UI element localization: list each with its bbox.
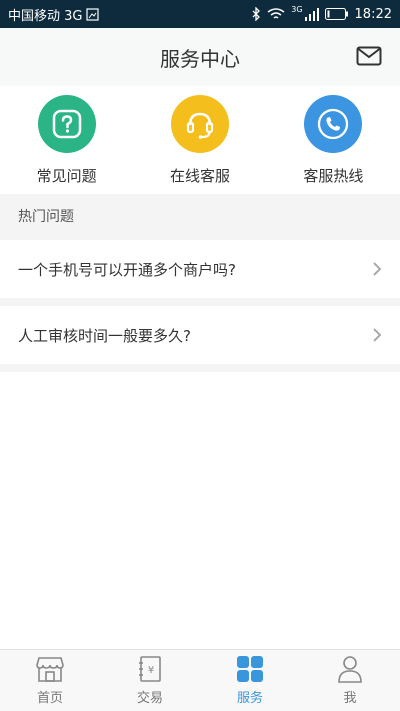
- tab-transaction[interactable]: ¥ 交易: [100, 650, 200, 711]
- signal-icon: [304, 7, 319, 21]
- divider: [0, 364, 400, 372]
- phone-icon: [318, 108, 349, 140]
- service-grid-icon: [237, 656, 263, 682]
- tab-me[interactable]: 我: [300, 650, 400, 711]
- mail-icon[interactable]: [356, 45, 382, 67]
- status-time: 18:22: [354, 6, 392, 22]
- tab-home[interactable]: 首页: [0, 650, 100, 711]
- page-header: 服务中心: [0, 28, 400, 86]
- quick-action-online-service[interactable]: 在线客服: [133, 86, 266, 194]
- faq-item-text: 一个手机号可以开通多个商户吗?: [18, 260, 236, 279]
- page-title: 服务中心: [160, 46, 240, 71]
- tab-service-label: 服务: [236, 691, 263, 706]
- home-store-icon: [36, 657, 64, 682]
- user-icon: [338, 656, 362, 683]
- online-service-circle: [170, 95, 229, 153]
- status-bar: 中国移动 3G 3G 18:22: [0, 0, 400, 28]
- online-service-label: 在线客服: [169, 167, 230, 185]
- tab-transaction-label: 交易: [136, 691, 163, 706]
- wifi-icon: [267, 7, 285, 19]
- battery-icon: [324, 8, 348, 20]
- svg-text:¥: ¥: [148, 665, 154, 676]
- transaction-icon: ¥: [139, 656, 161, 682]
- network-badge: 3G: [291, 4, 303, 14]
- faq-label: 常见问题: [36, 167, 97, 185]
- faq-item-text: 人工审核时间一般要多久?: [18, 326, 191, 345]
- headset-icon: [186, 112, 214, 139]
- image-icon: [86, 7, 100, 21]
- tab-me-label: 我: [343, 691, 357, 706]
- quick-action-faq[interactable]: 常见问题: [0, 86, 133, 194]
- tab-home-label: 首页: [36, 691, 63, 706]
- question-icon: [52, 109, 81, 139]
- hotline-circle: [304, 95, 363, 153]
- faq-item[interactable]: 人工审核时间一般要多久?: [0, 306, 400, 364]
- bluetooth-icon: [252, 7, 261, 21]
- bottom-tab-bar: 首页 ¥ 交易 服务 我: [0, 649, 400, 711]
- divider: [0, 298, 400, 306]
- faq-item[interactable]: 一个手机号可以开通多个商户吗?: [0, 240, 400, 298]
- faq-circle: [37, 95, 96, 153]
- carrier-group: 中国移动 3G: [8, 5, 100, 24]
- quick-actions: 常见问题 在线客服 客服热线: [0, 86, 400, 194]
- tab-service[interactable]: 服务: [200, 650, 300, 711]
- carrier-text: 中国移动 3G: [8, 8, 83, 24]
- quick-action-hotline[interactable]: 客服热线: [267, 86, 400, 194]
- status-right: 3G 18:22: [251, 4, 392, 22]
- chevron-right-icon: [373, 328, 382, 342]
- hotline-label: 客服热线: [303, 167, 364, 185]
- hot-questions-header: 热门问题: [0, 194, 400, 240]
- chevron-right-icon: [373, 262, 382, 276]
